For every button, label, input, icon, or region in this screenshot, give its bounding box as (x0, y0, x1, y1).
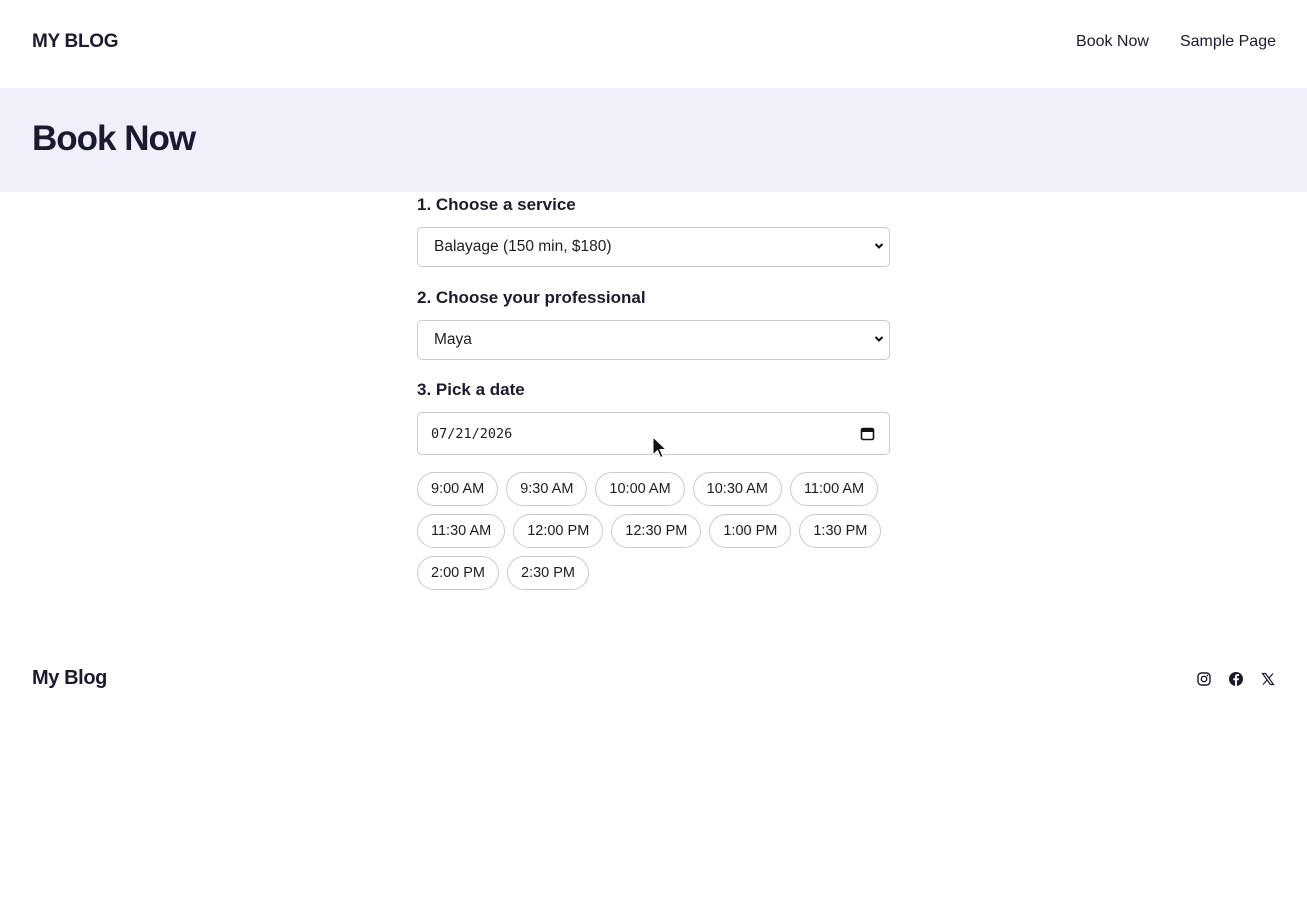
primary-nav: Book Now Sample Page (1076, 33, 1276, 51)
time-slot-button[interactable]: 9:30 AM (506, 472, 588, 506)
time-slot-button[interactable]: 10:30 AM (692, 472, 782, 506)
service-select-value: Balayage (150 min, $180) (434, 238, 612, 255)
time-slot-button[interactable]: 1:30 PM (799, 514, 882, 548)
nav-link-book-now[interactable]: Book Now (1076, 33, 1149, 51)
facebook-icon[interactable] (1228, 671, 1244, 687)
x-icon[interactable] (1260, 671, 1276, 687)
time-slot-button[interactable]: 12:30 PM (611, 514, 702, 548)
mouse-cursor-icon (652, 436, 668, 459)
instagram-icon[interactable] (1196, 671, 1212, 687)
booking-form: 1. Choose a service Balayage (150 min, $… (417, 192, 890, 590)
time-slot-button[interactable]: 2:00 PM (417, 556, 499, 590)
social-links (1196, 671, 1276, 687)
professional-select-value: Maya (434, 331, 472, 348)
time-slot-button[interactable]: 2:30 PM (507, 556, 589, 590)
time-slot-list: 9:00 AM 9:30 AM 10:00 AM 10:30 AM 11:00 … (417, 472, 897, 590)
calendar-icon[interactable] (860, 426, 875, 441)
time-slot-button[interactable]: 12:00 PM (513, 514, 604, 548)
service-label: 1. Choose a service (417, 195, 576, 214)
time-slot-button[interactable]: 11:30 AM (417, 514, 506, 548)
service-select[interactable]: Balayage (150 min, $180) (417, 227, 890, 267)
time-slot-button[interactable]: 1:00 PM (709, 514, 792, 548)
site-title[interactable]: MY BLOG (32, 31, 119, 53)
professional-select[interactable]: Maya (417, 320, 890, 360)
time-slot-button[interactable]: 9:00 AM (417, 472, 499, 506)
time-slot-button[interactable]: 10:00 AM (595, 472, 685, 506)
page-hero: Book Now (0, 88, 1307, 192)
chevron-down-icon (874, 336, 884, 342)
professional-label: 2. Choose your professional (417, 288, 646, 307)
page-title: Book Now (32, 119, 196, 158)
date-label: 3. Pick a date (417, 380, 525, 399)
nav-link-sample-page[interactable]: Sample Page (1180, 33, 1276, 51)
time-slot-button[interactable]: 11:00 AM (789, 472, 879, 506)
site-header: MY BLOG Book Now Sample Page (0, 0, 1307, 88)
chevron-down-icon (874, 243, 884, 249)
footer-site-title[interactable]: My Blog (32, 667, 107, 690)
date-input-value: 07/21/2026 (431, 426, 513, 442)
